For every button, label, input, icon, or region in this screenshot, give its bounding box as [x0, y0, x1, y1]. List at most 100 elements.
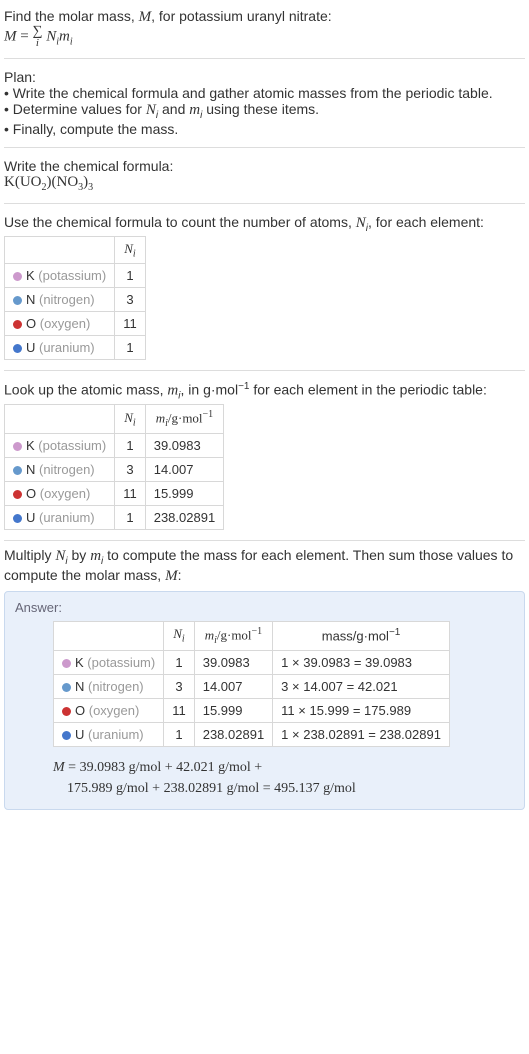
intro-equation: M = ∑i Nimi	[4, 26, 525, 48]
element-symbol: U	[26, 340, 39, 355]
element-symbol: N	[26, 292, 39, 307]
element-swatch-icon	[62, 707, 71, 716]
n-cell: 3	[115, 288, 146, 312]
lookup-heading-m: m	[167, 383, 178, 399]
eq-m: m	[59, 29, 70, 45]
element-name: (potassium)	[38, 438, 106, 453]
table-row: Ni mi/g·mol−1 mass/g·mol −1	[54, 621, 450, 650]
m-cell: 15.999	[145, 481, 223, 505]
element-symbol: N	[26, 462, 39, 477]
count-table: Ni K (potassium)1N (nitrogen)3O (oxygen)…	[4, 236, 146, 361]
element-name: (uranium)	[39, 510, 95, 525]
plan-b2-N: N	[146, 102, 156, 118]
n-cell: 1	[115, 336, 146, 360]
multiply-c: :	[178, 567, 182, 583]
eq-N: N	[46, 29, 56, 45]
element-symbol: O	[26, 316, 40, 331]
table-row: Ni	[5, 236, 146, 264]
multiply-by: by	[68, 547, 91, 563]
col-N-header: Ni	[115, 404, 146, 433]
lookup-heading-exp: −1	[238, 381, 249, 392]
element-cell: U (uranium)	[5, 336, 115, 360]
table-row: U (uranium)1238.028911 × 238.02891 = 238…	[54, 722, 450, 746]
chem-t2: )(NO	[47, 174, 79, 190]
table-row: O (oxygen)11	[5, 312, 146, 336]
count-heading: Use the chemical formula to count the nu…	[4, 214, 525, 234]
element-name: (uranium)	[39, 340, 95, 355]
element-swatch-icon	[13, 442, 22, 451]
lookup-heading: Look up the atomic mass, mi, in g·mol−1 …	[4, 381, 525, 401]
final-line2: 175.989 g/mol + 238.02891 g/mol = 495.13…	[53, 781, 356, 796]
col-m-unit: /g·mol	[168, 410, 203, 425]
m-cell: 238.02891	[194, 722, 272, 746]
element-cell: O (oxygen)	[54, 698, 164, 722]
element-cell: N (nitrogen)	[54, 674, 164, 698]
col-m-header: mi/g·mol−1	[194, 621, 272, 650]
chem-s3: 3	[88, 182, 93, 193]
m-cell: 39.0983	[194, 650, 272, 674]
m-cell: 15.999	[194, 698, 272, 722]
table-row: U (uranium)1238.02891	[5, 505, 224, 529]
element-symbol: N	[75, 679, 88, 694]
n-cell: 1	[115, 505, 146, 529]
count-section: Use the chemical formula to count the nu…	[4, 210, 525, 371]
answer-box: Answer: Ni mi/g·mol−1 mass/g·mol−1 K (po…	[4, 591, 525, 810]
multiply-a: Multiply	[4, 547, 55, 563]
n-cell: 11	[115, 481, 146, 505]
element-symbol: K	[26, 438, 38, 453]
intro-section: Find the molar mass, M, for potassium ur…	[4, 4, 525, 59]
answer-label: Answer:	[15, 600, 514, 615]
mass-cell: 11 × 15.999 = 175.989	[273, 698, 450, 722]
answer-table: Ni mi/g·mol−1 mass/g·mol−1 K (potassium)…	[53, 621, 450, 747]
mass-cell: 1 × 39.0983 = 39.0983	[273, 650, 450, 674]
plan-b2-a: • Determine values for	[4, 101, 146, 117]
col-N: N	[173, 626, 182, 641]
element-swatch-icon	[13, 296, 22, 305]
n-cell: 1	[164, 650, 195, 674]
table-row: Ni mi/g·mol−1	[5, 404, 224, 433]
plan-section: Plan: • Write the chemical formula and g…	[4, 65, 525, 148]
multiply-heading: Multiply Ni by mi to compute the mass fo…	[4, 547, 525, 591]
element-name: (nitrogen)	[39, 462, 95, 477]
col-m: m	[156, 410, 165, 425]
col-N-header: Ni	[164, 621, 195, 650]
write-formula-heading: Write the chemical formula:	[4, 158, 525, 174]
col-element-empty	[54, 621, 164, 650]
col-N: N	[124, 241, 133, 256]
plan-heading: Plan:	[4, 69, 525, 85]
col-m-unit-exp: −1	[252, 626, 263, 637]
lookup-heading-c: for each element in the periodic table:	[249, 382, 486, 398]
element-name: (oxygen)	[40, 486, 91, 501]
m-cell: 39.0983	[145, 433, 223, 457]
count-heading-N: N	[356, 215, 366, 231]
multiply-m: m	[90, 548, 101, 564]
chem-t1: K(UO	[4, 174, 42, 190]
element-swatch-icon	[13, 344, 22, 353]
n-cell: 11	[164, 698, 195, 722]
element-name: (oxygen)	[89, 703, 140, 718]
table-row: U (uranium)1	[5, 336, 146, 360]
col-m-unit: /g·mol	[217, 627, 252, 642]
element-symbol: O	[75, 703, 89, 718]
sigma-block: ∑i	[32, 26, 42, 48]
element-symbol: U	[75, 727, 88, 742]
table-row: K (potassium)1	[5, 264, 146, 288]
write-formula-section: Write the chemical formula: K(UO2)(NO3)3	[4, 154, 525, 204]
element-swatch-icon	[62, 659, 71, 668]
table-row: K (potassium)139.0983	[5, 433, 224, 457]
element-cell: O (oxygen)	[5, 481, 115, 505]
final-line1: = 39.0983 g/mol + 42.021 g/mol +	[65, 760, 263, 775]
lookup-section: Look up the atomic mass, mi, in g·mol−1 …	[4, 377, 525, 540]
m-cell: 14.007	[145, 457, 223, 481]
col-mass: mass/g·mol	[322, 629, 389, 644]
n-cell: 3	[115, 457, 146, 481]
intro-text-1: Find the molar mass,	[4, 8, 139, 24]
lookup-table: Ni mi/g·mol−1 K (potassium)139.0983N (ni…	[4, 404, 224, 530]
element-name: (nitrogen)	[39, 292, 95, 307]
sigma-index: i	[36, 38, 39, 48]
element-name: (potassium)	[87, 655, 155, 670]
table-row: K (potassium)139.09831 × 39.0983 = 39.09…	[54, 650, 450, 674]
col-m-header: mi/g·mol−1	[145, 404, 223, 433]
element-swatch-icon	[13, 320, 22, 329]
element-cell: K (potassium)	[5, 264, 115, 288]
